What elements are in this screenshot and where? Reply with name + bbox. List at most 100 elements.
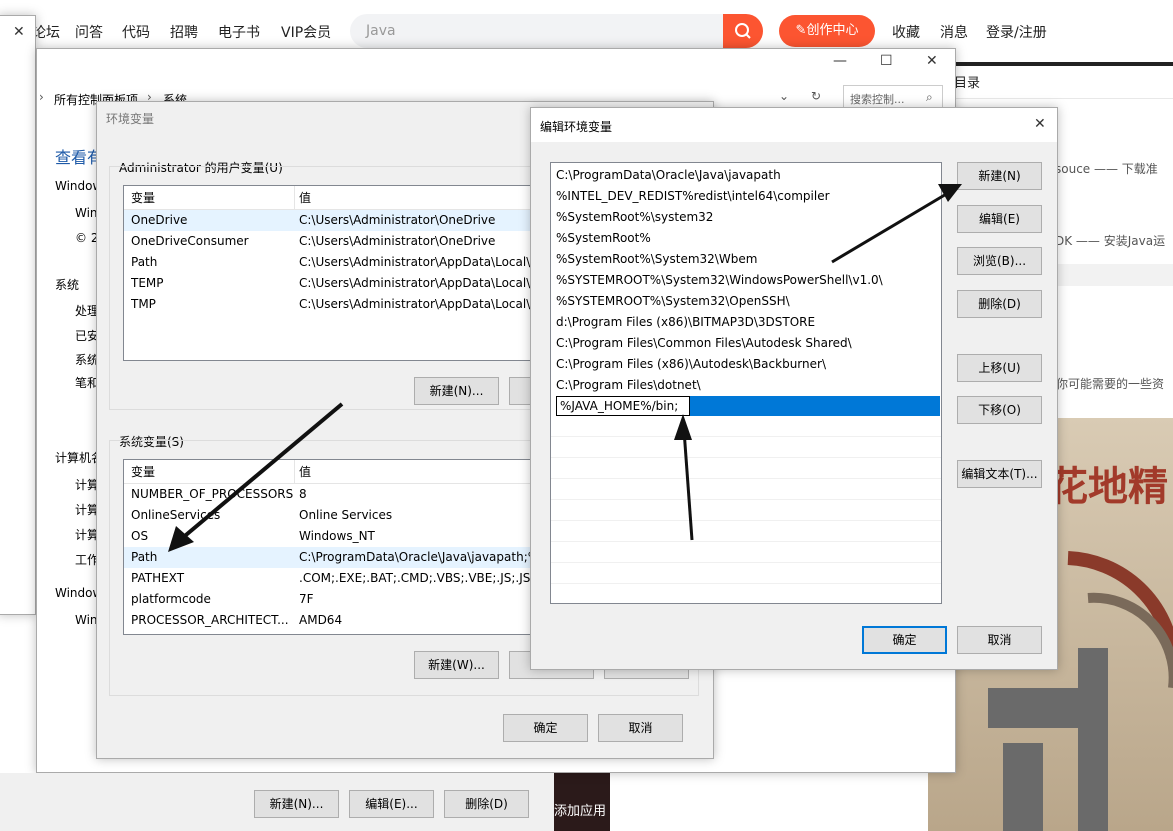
move-down-button[interactable]: 下移(O) — [957, 396, 1042, 424]
edit-entry-button[interactable]: 编辑(E) — [957, 205, 1042, 233]
new-button[interactable]: 新建(N)... — [254, 790, 339, 818]
table-row[interactable]: OS Windows_NT — [124, 526, 544, 547]
var-value: 8 — [299, 487, 307, 501]
dialog-title: 环境变量 — [106, 112, 155, 126]
table-row[interactable]: OnlineServices Online Services — [124, 505, 544, 526]
close-icon[interactable]: ✕ — [1034, 116, 1046, 132]
search-placeholder: 搜索控制... — [850, 93, 905, 106]
var-value: C:\Users\Administrator\AppData\Local\T — [299, 297, 538, 311]
web-search-button[interactable] — [723, 14, 763, 48]
maximize-icon[interactable]: ☐ — [880, 53, 893, 69]
var-name: PATHEXT — [131, 571, 185, 585]
edit-text-button[interactable]: 编辑文本(T)... — [957, 460, 1042, 488]
row-separator — [551, 541, 941, 542]
web-search-input[interactable]: Java — [350, 14, 760, 48]
cancel-button[interactable]: 取消 — [598, 714, 683, 742]
column-header-value[interactable]: 值 — [299, 186, 311, 210]
list-header: 变量 值 — [124, 186, 544, 210]
user-vars-list[interactable]: 变量 值 OneDrive C:\Users\Administrator\One… — [123, 185, 544, 361]
close-icon[interactable]: ✕ — [13, 24, 25, 40]
var-name: OnlineServices — [131, 508, 221, 522]
table-row[interactable]: Path C:\Users\Administrator\AppData\Loca… — [124, 252, 544, 273]
table-row[interactable]: OneDriveConsumer C:\Users\Administrator\… — [124, 231, 544, 252]
nav-login[interactable]: 登录/注册 — [986, 22, 1047, 42]
list-item[interactable]: %SystemRoot%\system32 — [556, 207, 713, 228]
chevron-right-icon: › — [39, 90, 44, 104]
ok-button[interactable]: 确定 — [503, 714, 588, 742]
nav-forum[interactable]: 论坛 — [32, 22, 60, 42]
nav-jobs[interactable]: 招聘 — [170, 22, 198, 42]
list-item[interactable]: C:\Program Files (x86)\Autodesk\Backburn… — [556, 354, 826, 375]
toc-item[interactable]: DK —— 安装Java运 — [1055, 232, 1165, 249]
edit-environment-variable-dialog: 编辑环境变量 ✕ C:\ProgramData\Oracle\Java\java… — [530, 107, 1058, 670]
sidebar-strip — [940, 62, 1173, 66]
move-up-button[interactable]: 上移(U) — [957, 354, 1042, 382]
delete-entry-button[interactable]: 删除(D) — [957, 290, 1042, 318]
column-divider — [294, 460, 295, 484]
table-row[interactable]: PATHEXT .COM;.EXE;.BAT;.CMD;.VBS;.VBE;.J… — [124, 568, 544, 589]
system-vars-list[interactable]: 变量 值 NUMBER_OF_PROCESSORS 8 OnlineServic… — [123, 459, 544, 635]
nav-code[interactable]: 代码 — [122, 22, 150, 42]
ok-button[interactable]: 确定 — [862, 626, 947, 654]
var-name: OneDrive — [131, 213, 188, 227]
browse-button[interactable]: 浏览(B)... — [957, 247, 1042, 275]
list-item[interactable]: %SystemRoot% — [556, 228, 651, 249]
var-value: 7F — [299, 592, 314, 606]
table-row[interactable]: OneDrive C:\Users\Administrator\OneDrive — [124, 210, 544, 231]
path-edit-input[interactable]: %JAVA_HOME%/bin; — [556, 396, 690, 416]
nav-favorites[interactable]: 收藏 — [892, 22, 920, 42]
nav-qa[interactable]: 问答 — [75, 22, 103, 42]
close-icon[interactable]: ✕ — [926, 53, 938, 69]
system-new-button[interactable]: 新建(W)... — [414, 651, 499, 679]
section-label: 系统 — [55, 278, 80, 292]
refresh-icon[interactable]: ↻ — [811, 89, 821, 103]
list-item[interactable]: %SYSTEMROOT%\System32\WindowsPowerShell\… — [556, 270, 883, 291]
toc-item[interactable]: souce —— 下载准 — [1055, 160, 1158, 177]
var-name: TEMP — [131, 276, 164, 290]
list-header: 变量 值 — [124, 460, 544, 484]
art-title: 花地精 — [1048, 463, 1168, 510]
search-icon — [735, 23, 751, 39]
path-entries-list[interactable]: C:\ProgramData\Oracle\Java\javapath %INT… — [550, 162, 942, 604]
chevron-down-icon[interactable]: ⌄ — [779, 89, 789, 103]
table-row[interactable]: TMP C:\Users\Administrator\AppData\Local… — [124, 294, 544, 315]
nav-ebooks[interactable]: 电子书 — [218, 22, 260, 42]
var-value: C:\ProgramData\Oracle\Java\javapath;% — [299, 550, 540, 564]
selected-row[interactable]: %JAVA_HOME%/bin; — [556, 396, 940, 416]
minimize-icon[interactable]: — — [833, 53, 847, 69]
create-center-button[interactable]: ✎创作中心 — [779, 15, 875, 47]
new-entry-button[interactable]: 新建(N) — [957, 162, 1042, 190]
list-item[interactable]: %SystemRoot%\System32\Wbem — [556, 249, 757, 270]
nav-vip[interactable]: VIP会员 — [281, 22, 331, 42]
edit-button[interactable]: 编辑(E)... — [349, 790, 434, 818]
row-separator — [551, 457, 941, 458]
row-separator — [551, 520, 941, 521]
cancel-button[interactable]: 取消 — [957, 626, 1042, 654]
list-item[interactable]: C:\ProgramData\Oracle\Java\javapath — [556, 165, 781, 186]
list-item[interactable]: %SYSTEMROOT%\System32\OpenSSH\ — [556, 291, 790, 312]
table-row[interactable]: TEMP C:\Users\Administrator\AppData\Loca… — [124, 273, 544, 294]
list-item[interactable]: C:\Program Files\Common Files\Autodesk S… — [556, 333, 852, 354]
column-header-value[interactable]: 值 — [299, 460, 311, 484]
row-separator — [551, 583, 941, 584]
nav-messages[interactable]: 消息 — [940, 22, 968, 42]
table-row-selected[interactable]: Path C:\ProgramData\Oracle\Java\javapath… — [124, 547, 544, 568]
list-item[interactable]: C:\Program Files\dotnet\ — [556, 375, 701, 396]
column-header-variable[interactable]: 变量 — [131, 186, 155, 210]
info-label: Win — [75, 206, 98, 220]
search-icon: ⌕ — [926, 90, 933, 104]
column-header-variable[interactable]: 变量 — [131, 460, 155, 484]
var-name: Path — [131, 255, 158, 269]
table-row[interactable]: PROCESSOR_ARCHITECT... AMD64 — [124, 610, 544, 631]
delete-button[interactable]: 删除(D) — [444, 790, 529, 818]
user-new-button[interactable]: 新建(N)... — [414, 377, 499, 405]
table-row[interactable]: NUMBER_OF_PROCESSORS 8 — [124, 484, 544, 505]
var-name: platformcode — [131, 592, 211, 606]
info-label: Win — [75, 613, 98, 627]
list-item[interactable]: d:\Program Files (x86)\BITMAP3D\3DSTORE — [556, 312, 815, 333]
list-item[interactable]: %INTEL_DEV_REDIST%redist\intel64\compile… — [556, 186, 830, 207]
var-name: OS — [131, 529, 149, 543]
table-row[interactable]: platformcode 7F — [124, 589, 544, 610]
pen-icon: ✎ — [795, 23, 807, 38]
var-value: .COM;.EXE;.BAT;.CMD;.VBS;.VBE;.JS;.JSE;. — [299, 571, 544, 585]
